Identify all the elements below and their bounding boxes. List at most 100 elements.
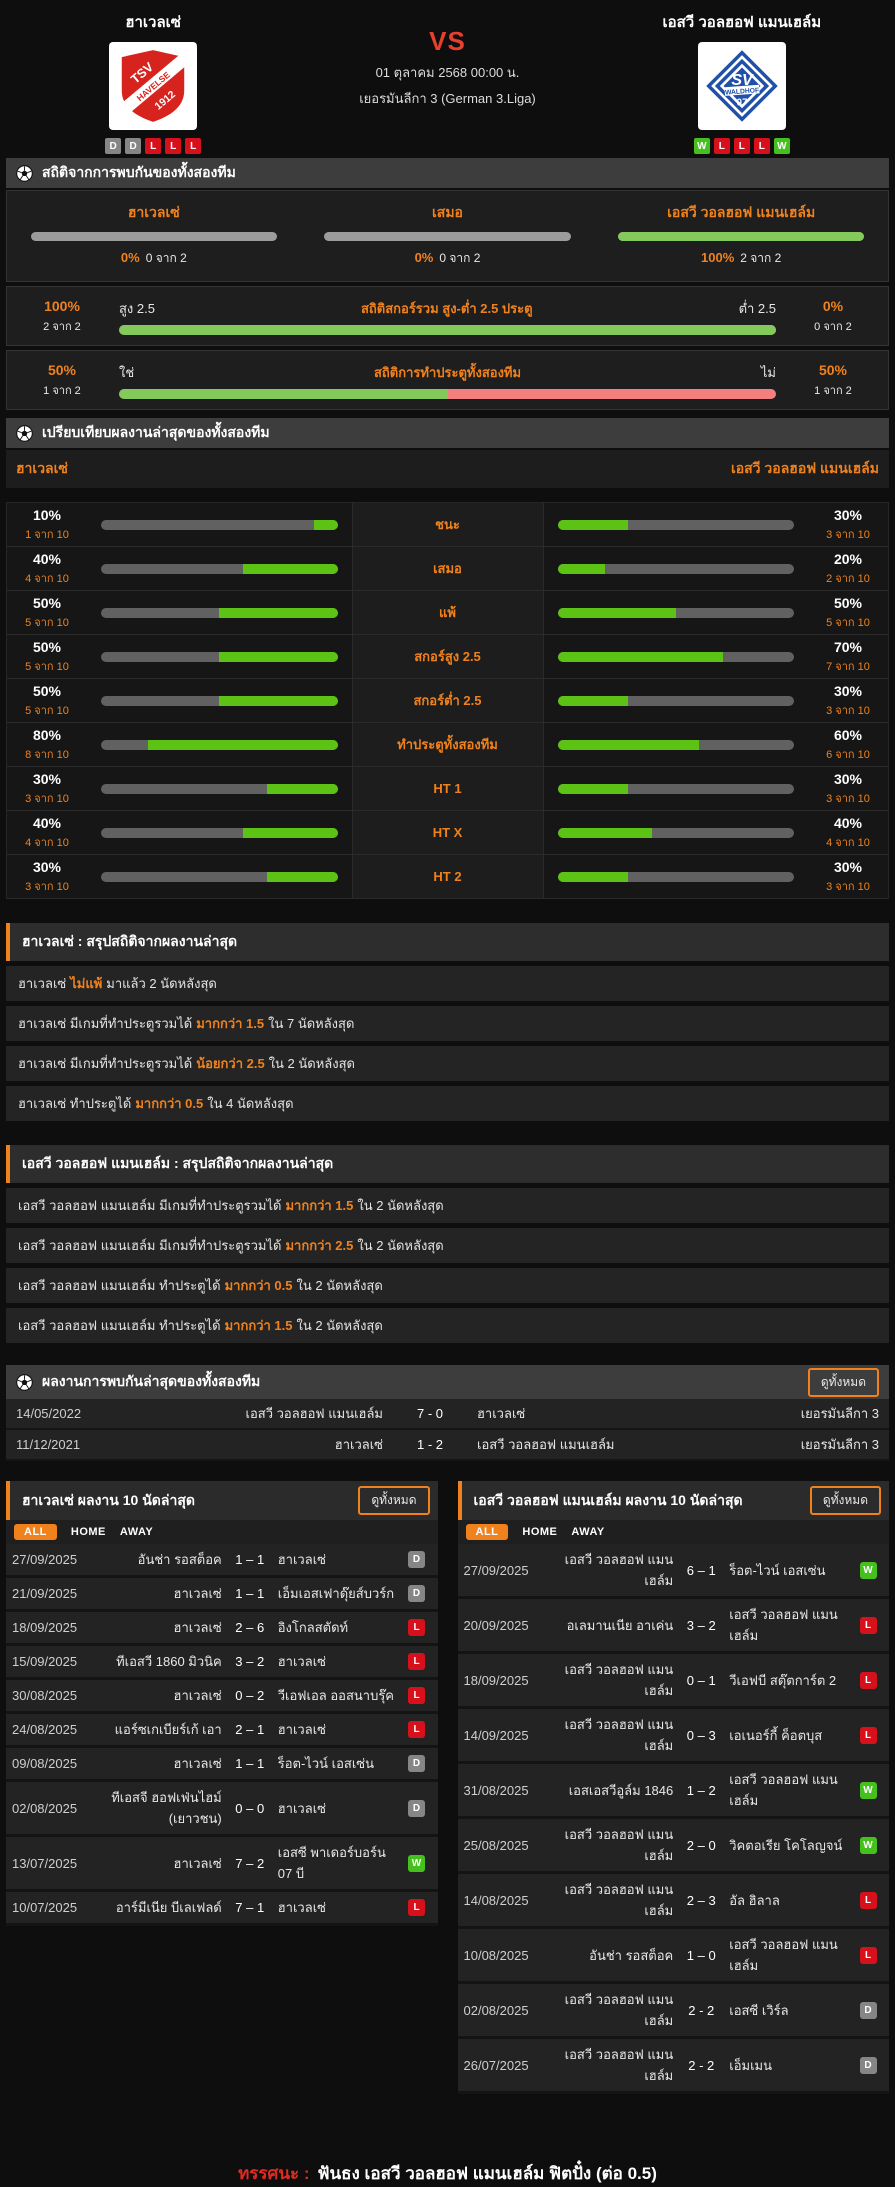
summary-row: เอสวี วอลฮอฟ แมนเฮล์ม มีเกมที่ทำประตูรวม… [6, 1228, 889, 1263]
match-row[interactable]: 02/08/2025 ทีเอสจี ฮอฟเฟ่นไฮม์ (เยาวชน) … [6, 1782, 438, 1837]
match-row[interactable]: 30/08/2025 ฮาเวลเซ่ 0 – 2 วีเอฟเอล ออสนา… [6, 1680, 438, 1714]
match-row[interactable]: 02/08/2025 เอสวี วอลฮอฟ แมนเฮล์ม 2 - 2 เ… [458, 1984, 890, 2039]
tab-away[interactable]: AWAY [571, 1526, 604, 1538]
h2h-column-label: เสมอ [432, 202, 463, 224]
away-bar [558, 564, 795, 574]
stat-middle: ใช่ สถิติการทำประตูทั้งสองทีม ไม่ [119, 362, 776, 399]
h2h-results-header: ผลงานการพบกันล่าสุดของทั้งสองทีม ดูทั้งห… [6, 1365, 889, 1399]
highlight-value: มากกว่า 1.5 [196, 1016, 264, 1031]
h2h-result-row[interactable]: 14/05/2022 เอสวี วอลฮอฟ แมนเฮล์ม 7 - 0 ฮ… [6, 1399, 889, 1430]
home-stat: 50% 5 จาก 10 [7, 683, 87, 719]
away-bar [558, 872, 795, 882]
home-stat: 50% 5 จาก 10 [7, 595, 87, 631]
match-league: เยอรมันลีกา 3 (German 3.Liga) [359, 88, 536, 109]
match-row[interactable]: 25/08/2025 เอสวี วอลฮอฟ แมนเฮล์ม 2 – 0 ว… [458, 1819, 890, 1874]
view-all-button[interactable]: ดูทั้งหมด [358, 1486, 429, 1515]
home-bar [101, 872, 338, 882]
match-row[interactable]: 18/09/2025 ฮาเวลเซ่ 2 – 6 อิงโกลสตัดท์ L [6, 1612, 438, 1646]
match-row[interactable]: 31/08/2025 เอสเอสวีอูล์ม 1846 1 – 2 เอสว… [458, 1764, 890, 1819]
football-icon [16, 1374, 33, 1391]
percent-value: 0% [121, 250, 140, 265]
comparison-section: เปรียบเทียบผลงานล่าสุดของทั้งสองทีม ฮาเว… [6, 418, 889, 899]
away-bar [558, 784, 795, 794]
match-row[interactable]: 14/08/2025 เอสวี วอลฮอฟ แมนเฮล์ม 2 – 3 อ… [458, 1874, 890, 1929]
result-badge: L [860, 1727, 877, 1744]
form-badge: D [125, 138, 141, 154]
match-row[interactable]: 27/09/2025 อันช่า รอสต็อค 1 – 1 ฮาเวลเซ่… [6, 1544, 438, 1578]
away-form-badges: WLLLW [694, 138, 790, 154]
bar-left-label: สูง 2.5 [119, 298, 155, 319]
stat-left: 50% 1 จาก 2 [21, 362, 103, 399]
home-stat: 80% 8 จาก 10 [7, 727, 87, 763]
h2h-result-rows: 14/05/2022 เอสวี วอลฮอฟ แมนเฮล์ม 7 - 0 ฮ… [6, 1399, 889, 1461]
away-bar [558, 608, 795, 618]
home-summary-title: ฮาเวลเซ่ : สรุปสถิติจากผลงานล่าสุด [6, 923, 889, 961]
section-title: ผลงานการพบกันล่าสุดของทั้งสองทีม [42, 1371, 260, 1393]
tab-away[interactable]: AWAY [120, 1526, 153, 1538]
football-icon [16, 425, 33, 442]
h2h-stats-section: สถิติจากการพบกันของทั้งสองทีม ฮาเวลเซ่ 0… [6, 158, 889, 410]
tab-all[interactable]: ALL [466, 1524, 509, 1540]
view-all-button[interactable]: ดูทั้งหมด [810, 1486, 881, 1515]
away-last10-card: เอสวี วอลฮอฟ แมนเฮล์ม ผลงาน 10 นัดล่าสุด… [458, 1481, 890, 2094]
metric-label: ชนะ [352, 503, 544, 546]
comparison-row: 30% 3 จาก 10 HT 2 30% 3 จาก 10 [7, 855, 888, 899]
home-stat: 30% 3 จาก 10 [7, 771, 87, 807]
match-row[interactable]: 10/07/2025 อาร์มีเนีย บีเลเฟลด์ 7 – 1 ฮา… [6, 1892, 438, 1926]
metric-label: ทำประตูทั้งสองทีม [352, 723, 544, 766]
away-stat: 30% 3 จาก 10 [808, 859, 888, 895]
ratio-value: 0 จาก 2 [146, 251, 187, 265]
result-badge: D [408, 1551, 425, 1568]
match-row[interactable]: 09/08/2025 ฮาเวลเซ่ 1 – 1 ร็อต-ไวน์ เอสเ… [6, 1748, 438, 1782]
match-row[interactable]: 26/07/2025 เอสวี วอลฮอฟ แมนเฮล์ม 2 - 2 เ… [458, 2039, 890, 2094]
result-badge: L [860, 1672, 877, 1689]
match-row[interactable]: 15/09/2025 ทีเอสวี 1860 มิวนิค 3 – 2 ฮาเ… [6, 1646, 438, 1680]
away-stat: 70% 7 จาก 10 [808, 639, 888, 675]
verdict: ทรรศนะ :ฟันธง เอสวี วอลฮอฟ แมนเฮล์ม ฟิตป… [6, 2160, 889, 2187]
percent-value: 100% [701, 250, 734, 265]
match-row[interactable]: 14/09/2025 เอสวี วอลฮอฟ แมนเฮล์ม 0 – 3 เ… [458, 1709, 890, 1764]
summary-row: เอสวี วอลฮอฟ แมนเฮล์ม ทำประตูได้มากกว่า … [6, 1308, 889, 1343]
away-bar [558, 652, 795, 662]
h2h-bar [324, 232, 571, 241]
section-title: สถิติจากการพบกันของทั้งสองทีม [42, 162, 236, 184]
match-row[interactable]: 10/08/2025 อันช่า รอสต็อค 1 – 0 เอสวี วอ… [458, 1929, 890, 1984]
view-all-button[interactable]: ดูทั้งหมด [808, 1368, 879, 1397]
tab-all[interactable]: ALL [14, 1524, 57, 1540]
match-row[interactable]: 13/07/2025 ฮาเวลเซ่ 7 – 2 เอสซี พาเดอร์บ… [6, 1837, 438, 1892]
stat-right: 0% 0 จาก 2 [792, 298, 874, 335]
result-badge: D [860, 2057, 877, 2074]
highlight-value: มากกว่า 0.5 [135, 1096, 203, 1111]
match-row[interactable]: 18/09/2025 เอสวี วอลฮอฟ แมนเฮล์ม 0 – 1 ว… [458, 1654, 890, 1709]
home-stat: 40% 4 จาก 10 [7, 551, 87, 587]
result-badge: L [408, 1721, 425, 1738]
match-row[interactable]: 24/08/2025 แอร์ซเกเบียร์เก้ เอา 2 – 1 ฮา… [6, 1714, 438, 1748]
away-last10-tabs: ALL HOME AWAY [458, 1520, 890, 1544]
match-row[interactable]: 20/09/2025 อเลมานเนีย อาเค่น 3 – 2 เอสวี… [458, 1599, 890, 1654]
form-badge: L [734, 138, 750, 154]
summary-row: ฮาเวลเซ่ ทำประตูได้มากกว่า 0.5ใน 4 นัดหล… [6, 1086, 889, 1121]
form-badge: W [694, 138, 710, 154]
result-badge: L [408, 1687, 425, 1704]
h2h-column-stats: 100%2 จาก 2 [701, 249, 781, 268]
result-badge: L [408, 1899, 425, 1916]
summary-row: เอสวี วอลฮอฟ แมนเฮล์ม ทำประตูได้มากกว่า … [6, 1268, 889, 1303]
tab-home[interactable]: HOME [71, 1526, 106, 1538]
form-badge: L [185, 138, 201, 154]
page: ฮาเวลเซ่ TSV HAVELSE 1912 DDLLL VS 01 ตุ… [0, 0, 895, 2187]
home-stat: 10% 1 จาก 10 [7, 507, 87, 543]
home-form-badges: DDLLL [105, 138, 201, 154]
tab-home[interactable]: HOME [522, 1526, 557, 1538]
h2h-result-row[interactable]: 11/12/2021 ฮาเวลเซ่ 1 - 2 เอสวี วอลฮอฟ แ… [6, 1430, 889, 1461]
home-stat: 40% 4 จาก 10 [7, 815, 87, 851]
metric-label: เสมอ [352, 547, 544, 590]
bar-left-label: ใช่ [119, 362, 134, 383]
home-team-logo-box: TSV HAVELSE 1912 [109, 42, 197, 130]
home-team-name: ฮาเวลเซ่ [125, 10, 181, 34]
result-badge: D [860, 2002, 877, 2019]
match-row[interactable]: 27/09/2025 เอสวี วอลฮอฟ แมนเฮล์ม 6 – 1 ร… [458, 1544, 890, 1599]
away-stat: 50% 5 จาก 10 [808, 595, 888, 631]
comparison-team-names: ฮาเวลเซ่ เอสวี วอลฮอฟ แมนเฮล์ม [6, 450, 889, 488]
stat-right: 50% 1 จาก 2 [792, 362, 874, 399]
match-row[interactable]: 21/09/2025 ฮาเวลเซ่ 1 – 1 เอ็มเอสเฟาดุ๊ย… [6, 1578, 438, 1612]
